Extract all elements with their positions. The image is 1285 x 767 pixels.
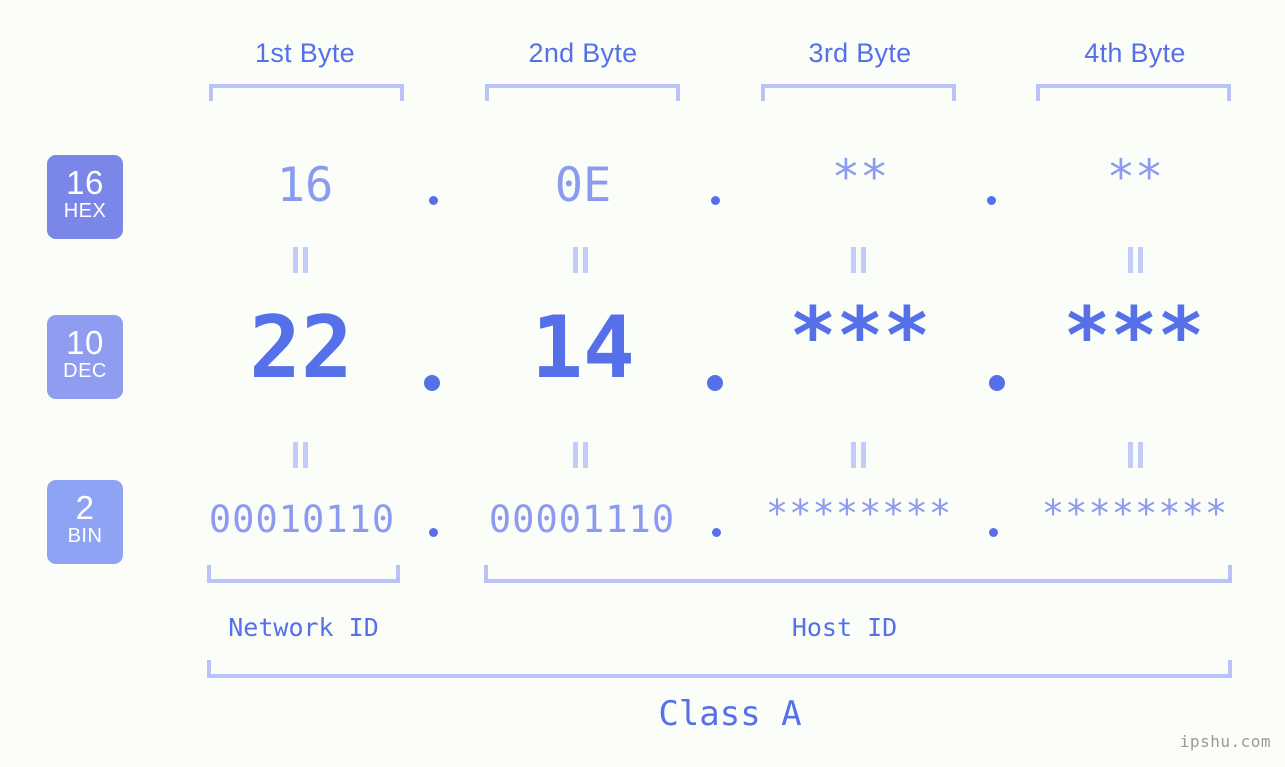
- equality-dec-bin-2: [572, 442, 590, 468]
- dec-separator-2: [707, 375, 723, 391]
- network-id-bracket: [207, 565, 400, 583]
- byte-bracket-4: [1036, 84, 1231, 101]
- hex-byte-1: 16: [276, 158, 334, 213]
- byte-bracket-3: [761, 84, 956, 101]
- equality-hex-dec-4: [1127, 247, 1145, 273]
- base-badge-dec-label: DEC: [63, 360, 107, 382]
- class-label: Class A: [658, 694, 802, 734]
- bin-byte-4: ********: [1041, 492, 1229, 535]
- dec-byte-4: ***: [1063, 292, 1205, 382]
- bin-separator-2: [712, 528, 721, 537]
- base-badge-bin: 2 BIN: [47, 480, 123, 564]
- hex-separator-3: [987, 196, 996, 205]
- bin-separator-1: [429, 528, 438, 537]
- dec-separator-1: [424, 375, 440, 391]
- bin-byte-1: 00010110: [208, 498, 396, 541]
- base-badge-bin-number: 2: [75, 489, 95, 526]
- base-badge-dec: 10 DEC: [47, 315, 123, 399]
- byte-header-2: 2nd Byte: [528, 38, 638, 68]
- class-bracket: [207, 660, 1232, 678]
- dec-separator-3: [989, 375, 1005, 391]
- hex-separator-1: [429, 196, 438, 205]
- base-badge-hex: 16 HEX: [47, 155, 123, 239]
- bin-byte-3: ********: [765, 492, 953, 535]
- byte-header-3: 3rd Byte: [808, 38, 912, 68]
- base-badge-dec-number: 10: [66, 324, 104, 361]
- base-badge-hex-number: 16: [66, 164, 104, 201]
- byte-bracket-2: [485, 84, 680, 101]
- equality-dec-bin-3: [850, 442, 868, 468]
- hex-byte-2: 0E: [554, 158, 612, 213]
- bin-byte-2: 00001110: [488, 498, 676, 541]
- host-id-label: Host ID: [791, 613, 898, 642]
- byte-header-4: 4th Byte: [1084, 38, 1186, 68]
- equality-dec-bin-1: [292, 442, 310, 468]
- ip-address-breakdown-diagram: 1st Byte 2nd Byte 3rd Byte 4th Byte 16 H…: [0, 0, 1285, 767]
- equality-dec-bin-4: [1127, 442, 1145, 468]
- bin-separator-3: [989, 528, 998, 537]
- hex-byte-4: **: [1106, 150, 1164, 205]
- base-badge-bin-label: BIN: [67, 525, 103, 547]
- equality-hex-dec-1: [292, 247, 310, 273]
- hex-separator-2: [711, 196, 720, 205]
- hex-byte-3: **: [831, 150, 889, 205]
- equality-hex-dec-2: [572, 247, 590, 273]
- site-watermark: ipshu.com: [1179, 732, 1271, 751]
- equality-hex-dec-3: [850, 247, 868, 273]
- dec-byte-2: 14: [531, 298, 635, 398]
- dec-byte-1: 22: [249, 298, 353, 398]
- byte-header-1: 1st Byte: [255, 38, 355, 68]
- host-id-bracket: [484, 565, 1232, 583]
- dec-byte-3: ***: [789, 292, 931, 382]
- byte-bracket-1: [209, 84, 404, 101]
- base-badge-hex-label: HEX: [63, 200, 107, 222]
- network-id-label: Network ID: [228, 613, 379, 642]
